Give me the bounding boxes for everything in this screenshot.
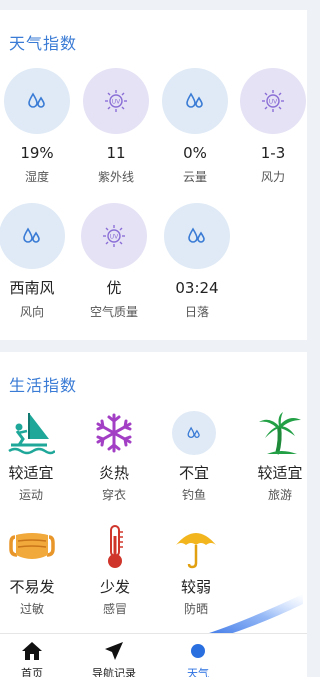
uv-sun-icon: UV [262, 90, 284, 112]
windsurfing-icon-wrap [6, 408, 56, 458]
sport-value: 较适宜 [8, 464, 54, 482]
cloud-icon-circle [162, 68, 228, 134]
palm-tree-icon [259, 412, 301, 455]
weather-item-uv[interactable]: UV 11 紫外线 [81, 68, 151, 184]
nav-history-label: 导航记录 [92, 667, 136, 677]
weather-item-wind-force[interactable]: UV 1-3 风力 [238, 68, 308, 184]
life-index-card: 生活指数 较适宜 运动 炎热 穿衣 不宜 钓鱼 较适宜 旅游 不易发 过敏 少发… [0, 352, 307, 642]
wind-direction-label: 风向 [19, 305, 44, 319]
life-item-fishing[interactable]: 不宜 钓鱼 [158, 408, 230, 502]
allergy-label: 过敏 [19, 602, 44, 616]
uv-sun-icon: UV [103, 225, 125, 247]
cloud-value: 0% [183, 144, 207, 162]
thermometer-icon [108, 525, 123, 568]
air-quality-label: 空气质量 [89, 305, 138, 319]
water-drops-icon [28, 92, 45, 108]
navigation-arrow-icon [105, 642, 123, 660]
umbrella-icon [176, 533, 216, 569]
bottom-navbar: 首页 导航记录 天气 [0, 633, 307, 677]
life-item-cold[interactable]: 少发 感冒 [79, 522, 151, 616]
uv-badge-text: UV [110, 234, 119, 241]
snowflake-icon-wrap [89, 408, 139, 458]
weather-item-cloud[interactable]: 0% 云量 [160, 68, 230, 184]
weather-item-sunset[interactable]: 03:24 日落 [162, 203, 232, 319]
humidity-label: 湿度 [24, 170, 49, 184]
wind-direction-icon-circle [0, 203, 65, 269]
weather-icon [191, 644, 205, 658]
water-drops-icon [187, 426, 200, 438]
dressing-label: 穿衣 [101, 488, 126, 502]
wind-force-icon-circle: UV [240, 68, 306, 134]
nav-weather-label: 天气 [187, 667, 209, 677]
nav-item-home[interactable]: 首页 [0, 640, 72, 677]
weather-item-air-quality[interactable]: UV 优 空气质量 [79, 203, 149, 319]
sunscreen-label: 防晒 [183, 602, 208, 616]
allergy-value: 不易发 [9, 578, 55, 596]
nav-item-weather[interactable]: 天气 [158, 640, 238, 677]
uv-label: 紫外线 [97, 170, 134, 184]
sport-label: 运动 [18, 488, 43, 502]
life-item-sport[interactable]: 较适宜 运动 [0, 408, 67, 502]
life-item-sunscreen[interactable]: 较弱 防晒 [160, 522, 232, 616]
cold-label: 感冒 [102, 602, 127, 616]
umbrella-icon-wrap [171, 522, 221, 572]
nav-item-navigation-history[interactable]: 导航记录 [74, 640, 154, 677]
top-strip [0, 0, 307, 10]
fishing-icon-wrap [169, 408, 219, 458]
air-quality-value: 优 [106, 279, 122, 297]
windsurfing-icon [8, 413, 55, 455]
fishing-label: 钓鱼 [181, 488, 206, 502]
wind-direction-value: 西南风 [9, 279, 55, 297]
weather-index-title: 天气指数 [9, 34, 78, 53]
sunscreen-value: 较弱 [180, 578, 211, 596]
fishing-value: 不宜 [178, 464, 209, 482]
sunset-icon-circle [164, 203, 230, 269]
face-mask-icon-wrap [7, 522, 57, 572]
humidity-icon-circle [4, 68, 70, 134]
palm-tree-icon-wrap [255, 408, 305, 458]
life-item-travel[interactable]: 较适宜 旅游 [244, 408, 316, 502]
home-icon [22, 642, 42, 660]
water-drops-icon [188, 227, 205, 243]
weather-item-humidity[interactable]: 19% 湿度 [2, 68, 72, 184]
sunset-label: 日落 [184, 305, 209, 319]
uv-value: 11 [106, 144, 126, 162]
weather-item-wind-direction[interactable]: 西南风 风向 [0, 203, 67, 319]
dressing-value: 炎热 [98, 464, 129, 482]
thermometer-icon-wrap [90, 522, 140, 572]
life-item-dressing[interactable]: 炎热 穿衣 [78, 408, 150, 502]
uv-sun-icon: UV [105, 90, 127, 112]
travel-value: 较适宜 [257, 464, 303, 482]
sunset-value: 03:24 [175, 279, 219, 297]
water-drops-icon [23, 227, 40, 243]
uv-icon-circle: UV [83, 68, 149, 134]
nav-home-label: 首页 [21, 667, 43, 677]
life-index-title: 生活指数 [9, 376, 78, 395]
air-quality-icon-circle: UV [81, 203, 147, 269]
weather-index-card: 天气指数 19% 湿度 UV 11 紫外线 0% 云量 UV 1-3 风力 西南… [0, 10, 307, 340]
wind-force-value: 1-3 [260, 144, 286, 162]
cloud-label: 云量 [182, 170, 207, 184]
travel-label: 旅游 [267, 488, 292, 502]
cold-value: 少发 [99, 578, 130, 596]
uv-badge-text: UV [269, 99, 278, 106]
wind-force-label: 风力 [260, 170, 285, 184]
snowflake-icon [96, 413, 132, 453]
face-mask-icon [9, 533, 55, 559]
fishing-icon-circle [172, 411, 216, 455]
humidity-value: 19% [20, 144, 54, 162]
life-item-allergy[interactable]: 不易发 过敏 [0, 522, 68, 616]
uv-badge-text: UV [112, 99, 121, 106]
water-drops-icon [186, 92, 203, 108]
